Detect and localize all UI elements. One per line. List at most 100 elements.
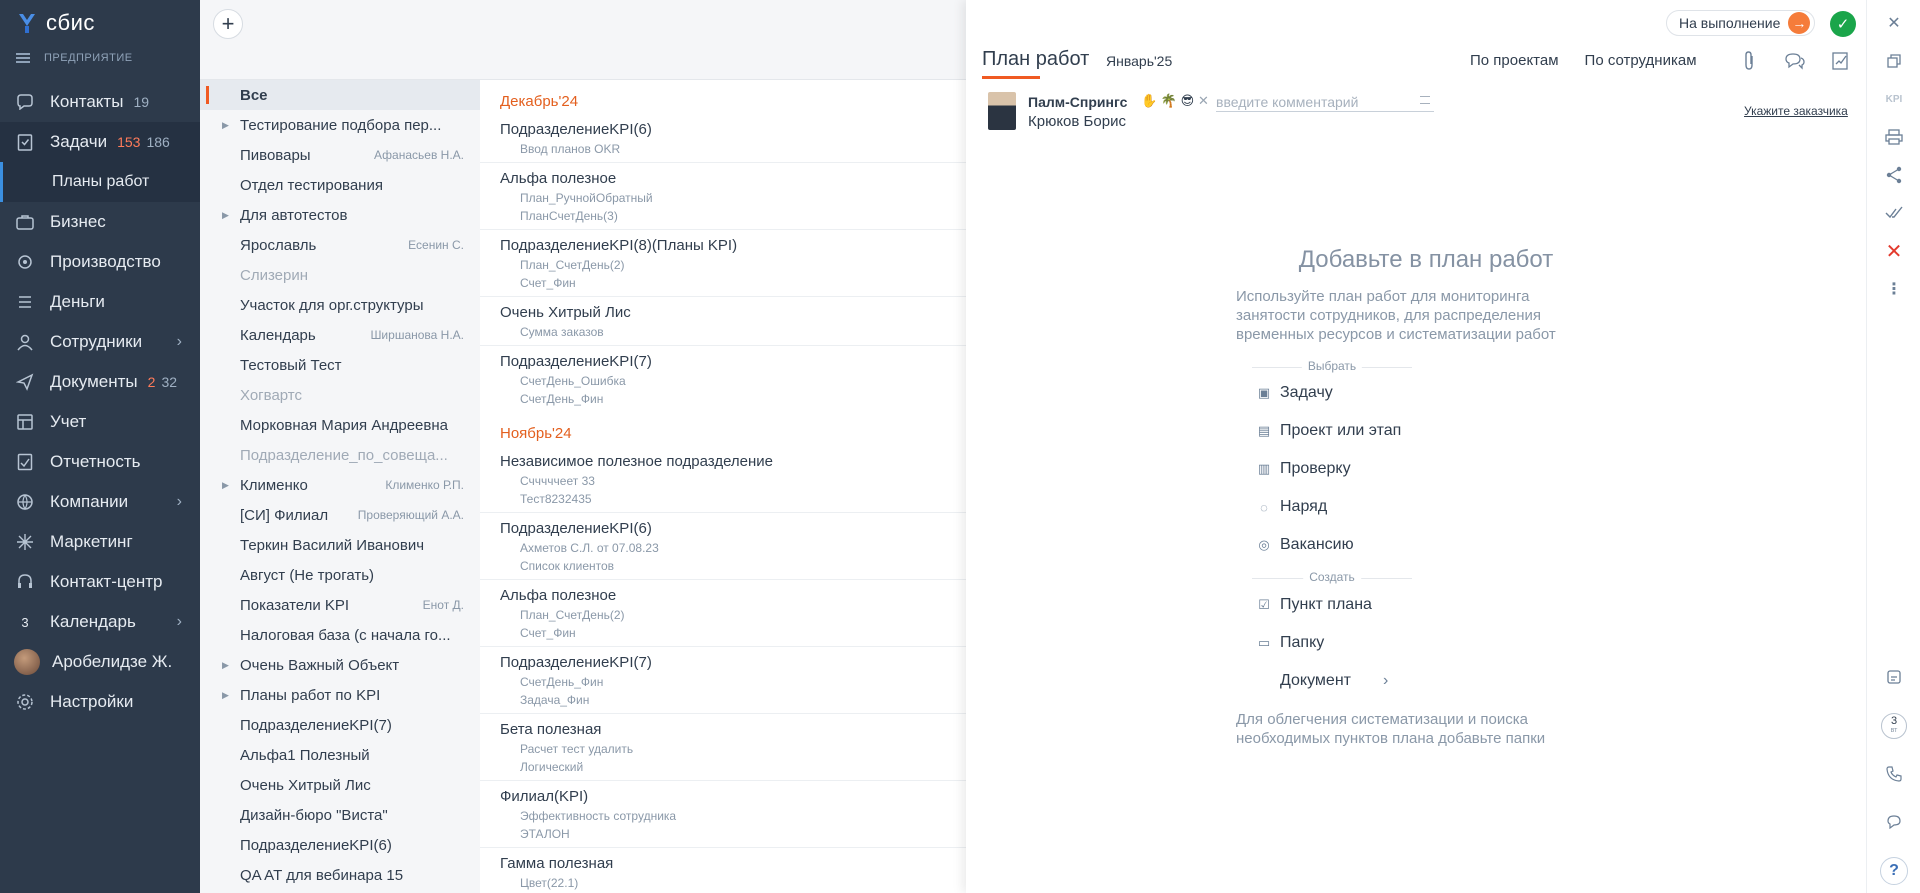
nav-item-profile[interactable]: Аробелидзе Ж. [0, 642, 200, 682]
folder-item[interactable]: Ярославль Есенин С. [200, 230, 480, 260]
expand-triangle-icon[interactable]: ▶ [222, 120, 229, 131]
folder-item[interactable]: ▶ Тестирование подбора пер... [200, 110, 480, 140]
option-document[interactable]: Документ › [1256, 670, 1388, 692]
folder-item[interactable]: QA AT для вебинара 15 [200, 860, 480, 890]
tab-by-employees[interactable]: По сотрудникам [1585, 52, 1697, 69]
help-button[interactable]: ? [1880, 857, 1908, 885]
nav-item-reports[interactable]: Отчетность [0, 442, 200, 482]
print-icon[interactable] [1883, 126, 1905, 148]
folder-item[interactable]: ▶ Для автотестов [200, 200, 480, 230]
expand-triangle-icon[interactable]: ▶ [222, 660, 229, 671]
folder-item[interactable]: [СИ] Филиал Проверяющий А.А. [200, 500, 480, 530]
folder-item[interactable]: Календарь Ширшанова Н.А. [200, 320, 480, 350]
plan-row[interactable]: Филиал(KPI) Эффективность сотрудника ЭТА… [480, 781, 966, 848]
folder-item[interactable]: Очень Хитрый Лис [200, 770, 480, 800]
calendar-widget[interactable]: 3 вт [1881, 713, 1907, 739]
add-button[interactable]: + [213, 9, 243, 39]
nav-item-settings[interactable]: Настройки [0, 682, 200, 722]
more-options-icon[interactable]: ⋮ [1883, 278, 1905, 300]
nav-item-tasks[interactable]: Задачи 153 186 [0, 122, 200, 162]
folder-item[interactable]: Пивовары Афанасьев Н.А. [200, 140, 480, 170]
menu-icon[interactable] [16, 53, 30, 63]
nav-item-companies[interactable]: Компании › [0, 482, 200, 522]
option-order[interactable]: ◌ Наряд [1256, 496, 1327, 518]
option-vacancy[interactable]: ◎ Вакансию [1256, 534, 1353, 556]
option-plan-point[interactable]: ☑ Пункт плана [1256, 594, 1372, 616]
employee-name[interactable]: Крюков Борис [1028, 113, 1126, 130]
kpi-button[interactable]: KPI [1883, 88, 1905, 110]
option-check[interactable]: ▥ Проверку [1256, 458, 1351, 480]
nav-item-contact-center[interactable]: Контакт-центр [0, 562, 200, 602]
clear-icon[interactable]: ✕ [1198, 93, 1209, 109]
close-icon[interactable]: ✕ [1883, 12, 1905, 34]
folder-item[interactable]: Хогвартс [200, 380, 480, 410]
comment-menu-icon[interactable] [1420, 96, 1430, 104]
nav-item-money[interactable]: Деньги [0, 282, 200, 322]
nav-item-employees[interactable]: Сотрудники › [0, 322, 200, 362]
report-icon[interactable] [1830, 50, 1852, 72]
nav-item-production[interactable]: Производство [0, 242, 200, 282]
plan-row[interactable]: ПодразделениеKPI(8)(Планы KPI) План_Счет… [480, 230, 966, 297]
nav-item-documents[interactable]: Документы 2 32 [0, 362, 200, 402]
confirm-button[interactable]: ✓ [1830, 11, 1856, 37]
plan-row[interactable]: Бета полезная Расчет тест удалить Логиче… [480, 714, 966, 781]
nav-item-contacts[interactable]: Контакты 19 [0, 82, 200, 122]
plan-row[interactable]: ПодразделениеKPI(7) СчетДень_Фин Задача_… [480, 647, 966, 714]
plan-row[interactable]: Очень Хитрый Лис Сумма заказов [480, 297, 966, 346]
folder-item[interactable]: Тестовый Тест [200, 350, 480, 380]
plan-row[interactable]: Гамма полезная Цвет(22.1) [480, 848, 966, 893]
notes-icon[interactable] [1883, 666, 1905, 688]
option-task[interactable]: ▣ Задачу [1256, 382, 1333, 404]
folder-item[interactable]: ПодразделениеKPI(6) [200, 830, 480, 860]
plan-row[interactable]: ПодразделениеKPI(6) Ахметов С.Л. от 07.0… [480, 513, 966, 580]
nav-item-accounting[interactable]: Учет [0, 402, 200, 442]
nav-item-work-plans[interactable]: Планы работ [0, 162, 200, 202]
folder-item[interactable]: ▶ Планы работ по KPI [200, 680, 480, 710]
option-folder[interactable]: ▭ Папку [1256, 632, 1324, 654]
expand-triangle-icon[interactable]: ▶ [222, 210, 229, 221]
chat-icon[interactable] [1883, 811, 1905, 833]
expand-triangle-icon[interactable]: ▶ [222, 690, 229, 701]
plan-row[interactable]: Независимое полезное подразделение Счччч… [480, 446, 966, 513]
folder-item[interactable]: Подразделение_по_совеща... [200, 440, 480, 470]
folder-item[interactable]: Показатели KPI Енот Д. [200, 590, 480, 620]
plan-row[interactable]: Альфа полезное План_РучнойОбратный ПланС… [480, 163, 966, 230]
comment-input[interactable] [1216, 92, 1434, 112]
folder-item[interactable]: Теркин Василий Иванович [200, 530, 480, 560]
nav-item-marketing[interactable]: Маркетинг [0, 522, 200, 562]
folder-item[interactable]: Дизайн-бюро "Виста" [200, 800, 480, 830]
option-project[interactable]: ▤ Проект или этап [1256, 420, 1401, 442]
approve-icon[interactable] [1883, 202, 1905, 224]
plan-row[interactable]: ПодразделениеKPI(6) Ввод планов OKR [480, 114, 966, 163]
plan-row[interactable]: ПодразделениеKPI(7) СчетДень_Ошибка Счет… [480, 346, 966, 412]
plan-row[interactable]: Альфа полезное План_СчетДень(2) Счет_Фин [480, 580, 966, 647]
folder-item[interactable]: ПодразделениеKPI(7) [200, 710, 480, 740]
customer-link[interactable]: Укажите заказчика [1744, 104, 1848, 118]
comments-icon[interactable] [1784, 50, 1806, 72]
company-switcher[interactable]: ПРЕДПРИЯТИЕ [16, 52, 133, 64]
folder-item[interactable]: Налоговая база (с начала го... [200, 620, 480, 650]
logo[interactable]: сбис [16, 10, 95, 36]
status-button[interactable]: На выполнение → [1666, 10, 1816, 36]
delete-icon[interactable]: ✕ [1883, 240, 1905, 263]
folder-item[interactable]: Август (Не трогать) [200, 560, 480, 590]
period-selector[interactable]: Январь'25 [1106, 53, 1172, 69]
folder-item[interactable]: ▶ Клименко Клименко Р.П. [200, 470, 480, 500]
folder-item[interactable]: Слизерин [200, 260, 480, 290]
share-icon[interactable] [1883, 164, 1905, 186]
folder-item[interactable]: Участок для орг.структуры [200, 290, 480, 320]
folder-label: Слизерин [240, 266, 309, 284]
folder-item[interactable]: Альфа1 Полезный [200, 740, 480, 770]
folder-item[interactable]: Отдел тестирования [200, 170, 480, 200]
folder-item-all[interactable]: Все [200, 80, 480, 110]
phone-icon[interactable] [1883, 763, 1905, 785]
nav-item-calendar[interactable]: 3 Календарь › [0, 602, 200, 642]
org-name[interactable]: Палм-Спрингс [1028, 94, 1127, 110]
nav-item-business[interactable]: Бизнес [0, 202, 200, 242]
paperclip-icon[interactable] [1738, 50, 1760, 72]
tab-by-projects[interactable]: По проектам [1470, 52, 1559, 69]
expand-triangle-icon[interactable]: ▶ [222, 480, 229, 491]
folder-item[interactable]: Морковная Мария Андреевна [200, 410, 480, 440]
new-window-icon[interactable] [1883, 50, 1905, 72]
folder-item[interactable]: ▶ Очень Важный Объект [200, 650, 480, 680]
